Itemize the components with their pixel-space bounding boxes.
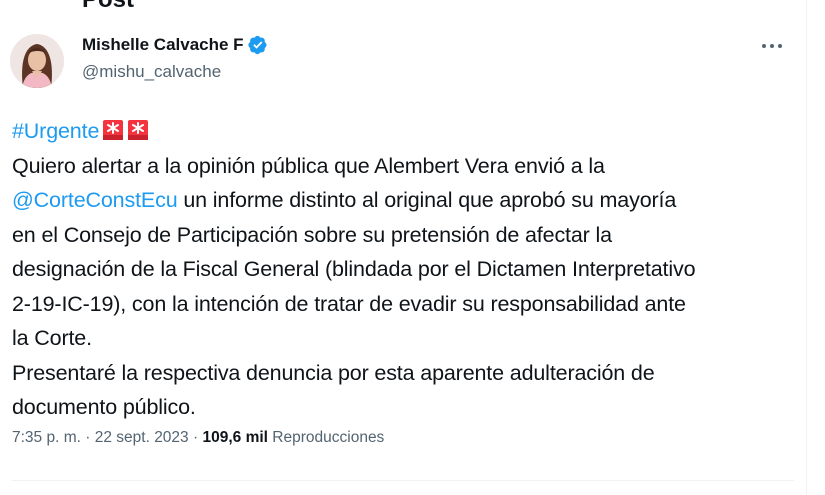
tweet-meta: 7:35 p. m. · 22 sept. 2023 · 109,6 mil R… [12,429,384,447]
views-count[interactable]: 109,6 mil [202,429,268,446]
verified-badge-icon [247,35,267,55]
page-title: Post [82,0,134,14]
tweet-line: designación de la Fiscal General (blinda… [12,257,696,281]
tweet-line: la Corte. [12,326,92,350]
avatar[interactable] [10,34,64,88]
tweet-line: en el Consejo de Participación sobre su … [12,222,612,247]
hashtag-link[interactable]: #Urgente [12,119,99,143]
author-name-text: Mishelle Calvache F [82,35,244,54]
tweet-text: #Urgente Quiero alertar a la opinión púb… [12,114,792,425]
tweet-line: documento público. [12,395,196,419]
author-handle[interactable]: @mishu_calvache [82,62,221,82]
views-label[interactable]: Reproducciones [272,429,384,446]
tweet-line-hashtag: #Urgente [12,114,792,149]
divider [12,480,794,481]
tweet-line: 2-19-IC-19), con la intención de tratar … [12,291,686,316]
meta-separator: · [85,429,91,446]
tweet-line-text: un informe distinto al original que apro… [183,188,677,212]
tweet-line: Presentaré la respectiva denuncia por es… [12,360,655,385]
more-options-icon [762,44,782,48]
avatar-image [10,34,64,88]
author-name[interactable]: Mishelle Calvache F [82,35,268,55]
tweet-date[interactable]: 22 sept. 2023 [95,429,189,446]
meta-separator: · [193,429,199,446]
more-options-button[interactable] [758,36,786,56]
mention-link[interactable]: @CorteConstEcu [12,188,178,212]
tweet-line-mention: @CorteConstEcu un informe distinto al or… [12,183,792,218]
column-divider [806,0,807,495]
siren-emoji-icon [128,120,149,140]
tweet-time[interactable]: 7:35 p. m. [12,429,81,446]
siren-emoji-icon [103,120,124,140]
tweet-line: Quiero alertar a la opinión pública que … [12,153,605,178]
